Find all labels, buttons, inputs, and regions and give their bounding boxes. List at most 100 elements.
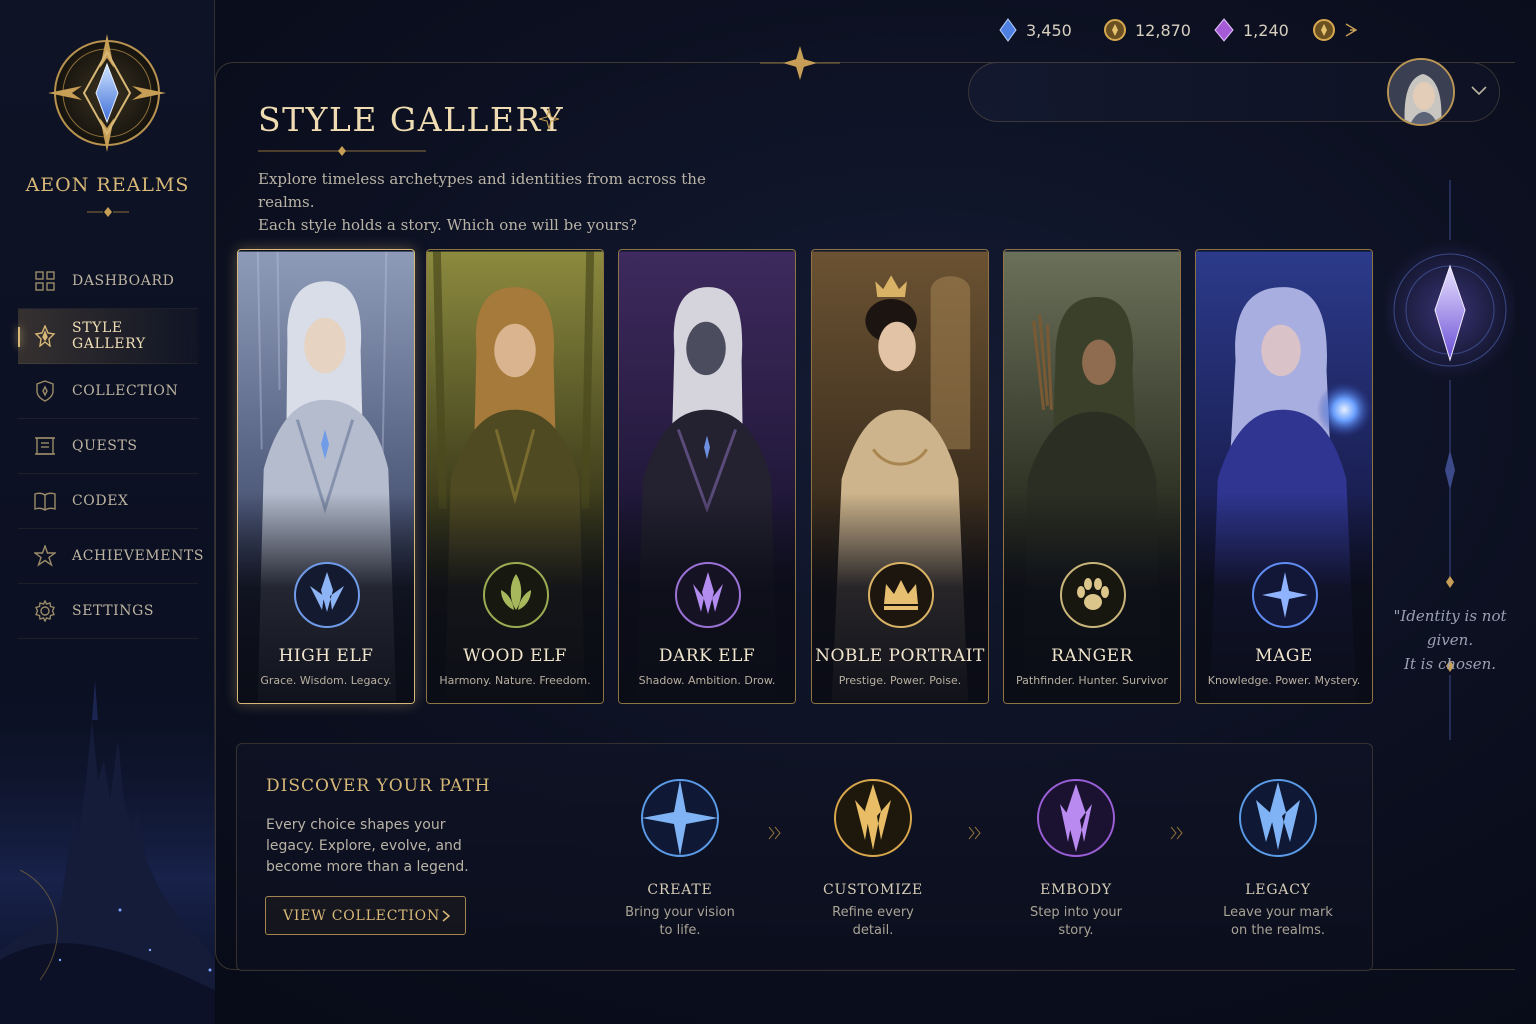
style-card-ranger[interactable]: RANGER Pathfinder. Hunter. Survivor xyxy=(1003,249,1181,704)
quote-line: given. xyxy=(1426,631,1474,649)
currency-extra xyxy=(1312,18,1366,42)
book-icon xyxy=(34,490,56,512)
step-description: Leave your mark on the realms. xyxy=(1203,904,1353,940)
card-title: NOBLE PORTRAIT xyxy=(815,646,985,666)
sidebar-item-achievements[interactable]: ACHIEVEMENTS xyxy=(18,529,203,584)
button-label: VIEW COLLECTION xyxy=(283,907,441,924)
crown-icon xyxy=(868,562,934,628)
sidebar-item-label: STYLE GALLERY xyxy=(72,320,146,352)
style-card-wood-elf[interactable]: WOOD ELF Harmony. Nature. Freedom. xyxy=(426,249,604,704)
currency-value: 12,870 xyxy=(1135,20,1191,40)
sidebar-item-collection[interactable]: COLLECTION xyxy=(18,364,198,419)
style-card-noble-portrait[interactable]: NOBLE PORTRAIT Prestige. Power. Poise. xyxy=(811,249,989,704)
sidebar-nav: DASHBOARD STYLE GALLERY COLLECTION QUEST… xyxy=(18,254,203,639)
step-desc-line: to life. xyxy=(659,923,701,938)
chevron-down-icon[interactable] xyxy=(1470,84,1488,98)
card-tagline: Pathfinder. Hunter. Survivor xyxy=(1016,674,1168,687)
style-card-dark-elf[interactable]: DARK ELF Shadow. Ambition. Drow. xyxy=(618,249,796,704)
sidebar-item-settings[interactable]: SETTINGS xyxy=(18,584,198,639)
card-title: HIGH ELF xyxy=(278,646,374,666)
dark-crest-icon xyxy=(675,562,741,628)
flame-crest-icon xyxy=(34,325,56,347)
currency-value: 1,240 xyxy=(1243,20,1289,40)
sidebar-item-codex[interactable]: CODEX xyxy=(18,474,198,529)
shield-icon xyxy=(34,380,56,402)
user-avatar[interactable] xyxy=(1387,58,1455,126)
brand-name: AEON REALMS xyxy=(25,174,190,196)
card-tagline: Prestige. Power. Poise. xyxy=(838,674,962,687)
wing-icon xyxy=(1345,23,1358,37)
sidebar: AEON REALMS DASHBOARD STYLE GALLERY COLL… xyxy=(0,0,215,1024)
scroll-icon xyxy=(34,435,56,457)
create-star-emblem-icon xyxy=(641,779,719,857)
currency-gold: 12,870 xyxy=(1103,18,1191,42)
step-title: CREATE xyxy=(647,882,713,898)
blue-crystal-icon xyxy=(999,18,1017,42)
customize-crest-emblem-icon xyxy=(834,779,912,857)
castle-silhouette-illustration xyxy=(0,660,215,1024)
style-card-high-elf[interactable]: HIGH ELF Grace. Wisdom. Legacy. xyxy=(237,249,415,704)
step-create: CREATE Bring your vision to life. xyxy=(605,770,755,940)
high-elf-crest-icon xyxy=(294,562,360,628)
double-chevron-icon xyxy=(1170,826,1183,840)
currency-value: 3,450 xyxy=(1026,20,1072,40)
chevron-right-icon xyxy=(442,910,451,922)
step-legacy: LEGACY Leave your mark on the realms. xyxy=(1203,770,1353,940)
step-description: Refine every detail. xyxy=(798,904,948,940)
page-subtitle: Explore timeless archetypes and identiti… xyxy=(258,168,758,237)
step-description: Bring your vision to life. xyxy=(605,904,755,940)
embody-crystal-emblem-icon xyxy=(1037,779,1115,857)
sidebar-item-quests[interactable]: QUESTS xyxy=(18,419,198,474)
arcane-star-icon xyxy=(1252,562,1318,628)
double-chevron-icon xyxy=(968,826,981,840)
discover-title: DISCOVER YOUR PATH xyxy=(266,776,491,796)
purple-gem-icon xyxy=(1214,18,1234,42)
realm-emblem-logo xyxy=(48,34,166,152)
step-embody: EMBODY Step into your story. xyxy=(1001,770,1151,940)
gear-icon xyxy=(34,600,56,622)
quote-line: It is chosen. xyxy=(1403,655,1497,673)
quote-line: "Identity is not xyxy=(1393,607,1507,625)
sidebar-item-label: CODEX xyxy=(72,493,129,509)
currency-gems: 1,240 xyxy=(1213,18,1289,42)
card-title: WOOD ELF xyxy=(463,646,567,666)
step-desc-line: Bring your vision xyxy=(625,905,735,920)
step-desc-line: detail. xyxy=(852,923,894,938)
step-customize: CUSTOMIZE Refine every detail. xyxy=(798,770,948,940)
sidebar-item-style-gallery[interactable]: STYLE GALLERY xyxy=(18,309,198,364)
page-title: STYLE GALLERY xyxy=(258,100,565,139)
card-title: DARK ELF xyxy=(658,646,756,666)
card-tagline: Shadow. Ambition. Drow. xyxy=(638,674,776,687)
subtitle-line: Explore timeless archetypes and identiti… xyxy=(258,170,706,211)
sidebar-item-dashboard[interactable]: DASHBOARD xyxy=(18,254,198,309)
paw-print-icon xyxy=(1060,562,1126,628)
brand-ornament xyxy=(87,207,129,217)
discover-text: Every choice shapes your legacy. Explore… xyxy=(266,817,469,875)
gold-emblem-icon xyxy=(1313,19,1335,41)
header: STYLE GALLERY xyxy=(258,100,564,139)
identity-quote: "Identity is not given. It is chosen. xyxy=(1390,604,1510,676)
currency-crystals: 3,450 xyxy=(998,18,1072,42)
view-collection-button[interactable]: VIEW COLLECTION xyxy=(265,896,466,935)
card-title: RANGER xyxy=(1051,646,1133,666)
legacy-crest-emblem-icon xyxy=(1239,779,1317,857)
sidebar-item-label: QUESTS xyxy=(72,438,138,454)
step-desc-line: on the realms. xyxy=(1231,923,1325,938)
card-tagline: Harmony. Nature. Freedom. xyxy=(439,674,591,687)
card-tagline: Grace. Wisdom. Legacy. xyxy=(260,674,392,687)
leaf-crest-icon xyxy=(483,562,549,628)
step-title: EMBODY xyxy=(1040,882,1112,898)
title-divider xyxy=(258,146,426,156)
style-card-mage[interactable]: MAGE Knowledge. Power. Mystery. xyxy=(1195,249,1373,704)
frame-top-ornament xyxy=(760,46,840,80)
sidebar-item-label: COLLECTION xyxy=(72,383,179,399)
step-desc-line: Step into your xyxy=(1030,905,1122,920)
sparkle-icon xyxy=(538,108,560,130)
step-title: LEGACY xyxy=(1245,882,1311,898)
step-title: CUSTOMIZE xyxy=(823,882,923,898)
gold-coin-icon xyxy=(1104,19,1126,41)
sidebar-item-label: DASHBOARD xyxy=(72,273,175,289)
step-desc-line: Leave your mark xyxy=(1223,905,1333,920)
sidebar-item-label: ACHIEVEMENTS xyxy=(72,548,205,564)
sidebar-item-label: SETTINGS xyxy=(72,603,155,619)
